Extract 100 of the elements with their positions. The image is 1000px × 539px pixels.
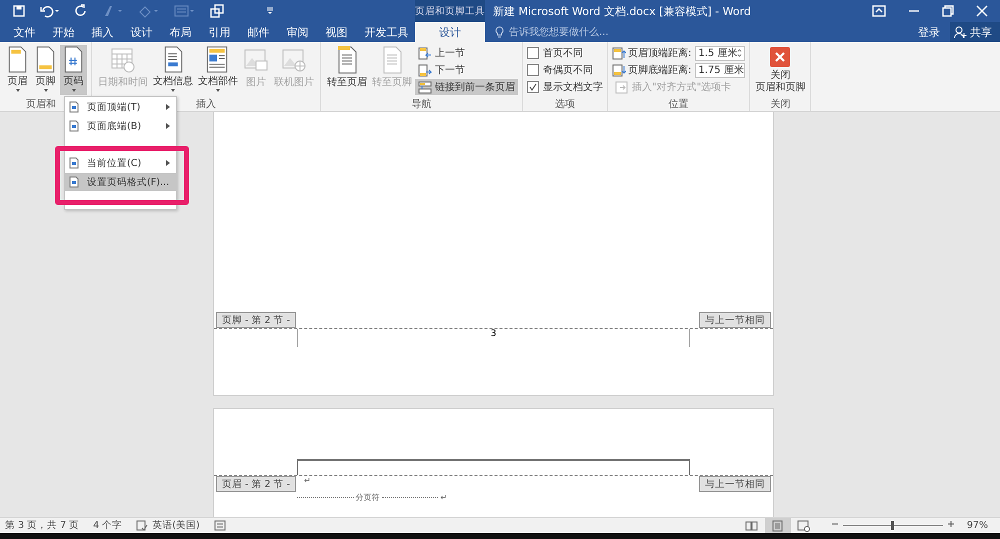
ribbon-button[interactable]: 上一节 xyxy=(415,45,518,61)
group-label: 关闭 xyxy=(770,98,790,111)
view-button[interactable] xyxy=(764,518,791,533)
ribbon-button[interactable]: 文档信息 xyxy=(151,45,195,95)
group-label: 导航 xyxy=(412,98,432,111)
page-icon xyxy=(69,157,79,169)
ribbon-display-icon xyxy=(872,5,886,17)
proofing-icon xyxy=(136,520,148,531)
ribbon-button[interactable]: 链接到前一条页眉 xyxy=(415,79,518,95)
footer-section-tag: 页脚 - 第 2 节 - xyxy=(216,312,296,328)
calendar-icon xyxy=(110,46,136,74)
paragraph-mark: ↵ xyxy=(303,476,312,485)
lightbulb-icon xyxy=(495,26,504,38)
same-as-previous-tag: 与上一节相同 xyxy=(699,312,771,328)
ribbon-button[interactable]: 下一节 xyxy=(415,62,518,78)
checkbox[interactable] xyxy=(527,81,539,93)
ribbon-button[interactable]: 文档部件 xyxy=(196,45,240,95)
ribbon-tab[interactable]: 插入 xyxy=(83,22,122,42)
spin-field[interactable]: 1.75 厘米 xyxy=(695,62,746,78)
go-to-header-icon xyxy=(336,46,358,74)
redo-icon xyxy=(74,4,88,18)
word-count[interactable]: 4 个字 xyxy=(93,519,122,532)
save-icon xyxy=(12,4,26,18)
zoom-level[interactable]: 97% xyxy=(966,520,988,531)
link-previous-icon xyxy=(418,80,432,94)
group-label: 插入 xyxy=(196,98,216,111)
contextual-tab-label: 页眉和页脚工具 xyxy=(415,0,485,22)
web-view-icon xyxy=(797,520,810,532)
dropdown-caret-icon xyxy=(16,89,20,94)
undo-icon xyxy=(40,4,60,18)
plus-icon xyxy=(946,520,955,528)
previous-section-icon xyxy=(418,46,432,60)
checkbox-label: 显示文档文字 xyxy=(543,80,603,94)
copy-pages-icon xyxy=(210,4,224,18)
ribbon-button[interactable]: 页眉 xyxy=(4,45,31,95)
dropdown-caret-icon xyxy=(216,89,220,94)
group-label: 位置 xyxy=(668,98,689,111)
ribbon-button[interactable]: 转至页眉 xyxy=(325,45,369,95)
group-label: 选项 xyxy=(555,98,575,111)
ribbon-tab[interactable]: 文件 xyxy=(5,22,44,42)
close-icon xyxy=(770,47,790,67)
print-view-icon xyxy=(771,520,784,532)
checkbox-label: 奇偶页不同 xyxy=(543,64,593,77)
check-icon xyxy=(529,83,537,91)
checkbox[interactable] xyxy=(527,64,539,76)
shape-icon xyxy=(138,4,160,18)
page-number-icon xyxy=(62,46,85,73)
menu-item[interactable]: 页面顶端(T) xyxy=(65,98,176,116)
restore-icon xyxy=(942,5,954,17)
field-label: 页脚底端距离: xyxy=(628,64,692,77)
zoom-slider-thumb[interactable] xyxy=(890,521,894,530)
ribbon-tab[interactable]: 设计 xyxy=(415,22,485,42)
ribbon-tab[interactable]: 开始 xyxy=(44,22,83,42)
same-as-previous-tag: 与上一节相同 xyxy=(699,476,771,492)
page-icon xyxy=(69,101,79,113)
share-button[interactable]: 共享 xyxy=(950,22,1000,42)
ribbon-tab[interactable]: 引用 xyxy=(200,22,239,42)
menu-item[interactable]: 页面底端(B) xyxy=(65,117,176,135)
ribbon-tab[interactable]: 布局 xyxy=(161,22,200,42)
close-header-footer-button[interactable]: 关闭 页眉和页脚 xyxy=(754,45,806,96)
header-page-icon xyxy=(6,46,29,73)
ribbon-tab[interactable]: 设计 xyxy=(122,22,161,42)
text-box-icon xyxy=(174,4,196,18)
macro-icon xyxy=(214,520,226,531)
footer-bottom-distance-icon xyxy=(612,64,626,76)
tell-me-field[interactable]: 告诉我您想要做什么... xyxy=(509,25,609,39)
page-break-label: 分页符 xyxy=(356,492,380,503)
checkbox-label: 首页不同 xyxy=(543,47,583,60)
header-section-tag: 页眉 - 第 2 节 - xyxy=(216,476,296,492)
submenu-arrow-icon xyxy=(166,160,170,166)
ribbon-tab[interactable]: 审阅 xyxy=(278,22,317,42)
go-to-footer-icon xyxy=(380,46,404,74)
spin-field[interactable]: 1.5 厘米 xyxy=(695,46,746,60)
ribbon-tab[interactable]: 开发工具 xyxy=(356,22,417,42)
paragraph-mark: ↵ xyxy=(440,493,448,502)
person-add-icon xyxy=(954,26,967,38)
ribbon-tab[interactable]: 邮件 xyxy=(239,22,278,42)
next-section-icon xyxy=(418,64,432,76)
window-title: 新建 Microsoft Word 文档.docx [兼容模式] - Word xyxy=(492,4,752,18)
checkbox[interactable] xyxy=(527,47,539,59)
read-view-icon xyxy=(745,520,758,532)
group-label: 页眉和 xyxy=(26,98,56,111)
alignment-tab-icon xyxy=(615,80,629,94)
page-icon xyxy=(69,176,79,188)
sign-in-link[interactable]: 登录 xyxy=(908,22,950,42)
field-label: 页眉顶端距离: xyxy=(628,46,692,60)
submenu-arrow-icon xyxy=(166,104,170,110)
menu-item[interactable]: 当前位置(C) xyxy=(65,154,176,172)
submenu-arrow-icon xyxy=(166,123,170,129)
ribbon-tab[interactable]: 视图 xyxy=(317,22,356,42)
language-indicator[interactable]: 英语(美国) xyxy=(152,519,200,532)
ribbon-button[interactable]: 页脚 xyxy=(32,45,59,95)
page-icon xyxy=(69,120,79,132)
page-number: 3 xyxy=(490,329,496,341)
page-count[interactable]: 第 3 页，共 7 页 xyxy=(5,519,80,532)
menu-item[interactable]: 设置页码格式(F)... xyxy=(65,173,176,191)
dropdown-caret-icon xyxy=(44,89,48,94)
footer-page-icon xyxy=(34,46,57,73)
ribbon-button[interactable]: 页码 xyxy=(60,45,87,95)
header-top-distance-icon xyxy=(612,46,626,60)
